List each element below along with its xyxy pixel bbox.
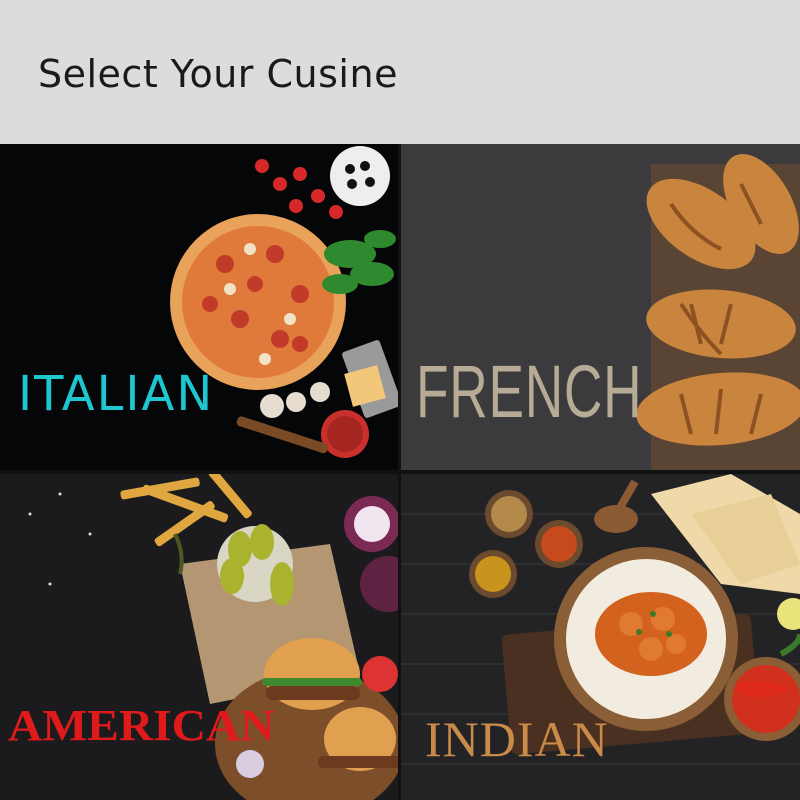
cuisine-label-indian: INDIAN (425, 711, 609, 767)
cuisine-label-american: AMERICAN (8, 701, 275, 750)
cuisine-tile-french[interactable]: FRENCH (401, 144, 800, 470)
header-bar: Select Your Cusine (0, 0, 800, 144)
cuisine-tile-american[interactable]: AMERICAN (0, 474, 398, 800)
cuisine-label-italian: ITALIAN (18, 366, 215, 422)
cuisine-label-french: FRENCH (416, 350, 643, 433)
cuisine-grid: ITALIAN FRENCH AMERICAN INDIAN (0, 144, 800, 800)
cuisine-tile-italian[interactable]: ITALIAN (0, 144, 398, 470)
cuisine-tile-indian[interactable]: INDIAN (401, 474, 800, 800)
burger-image (28, 474, 398, 800)
page-title: Select Your Cusine (38, 52, 398, 96)
